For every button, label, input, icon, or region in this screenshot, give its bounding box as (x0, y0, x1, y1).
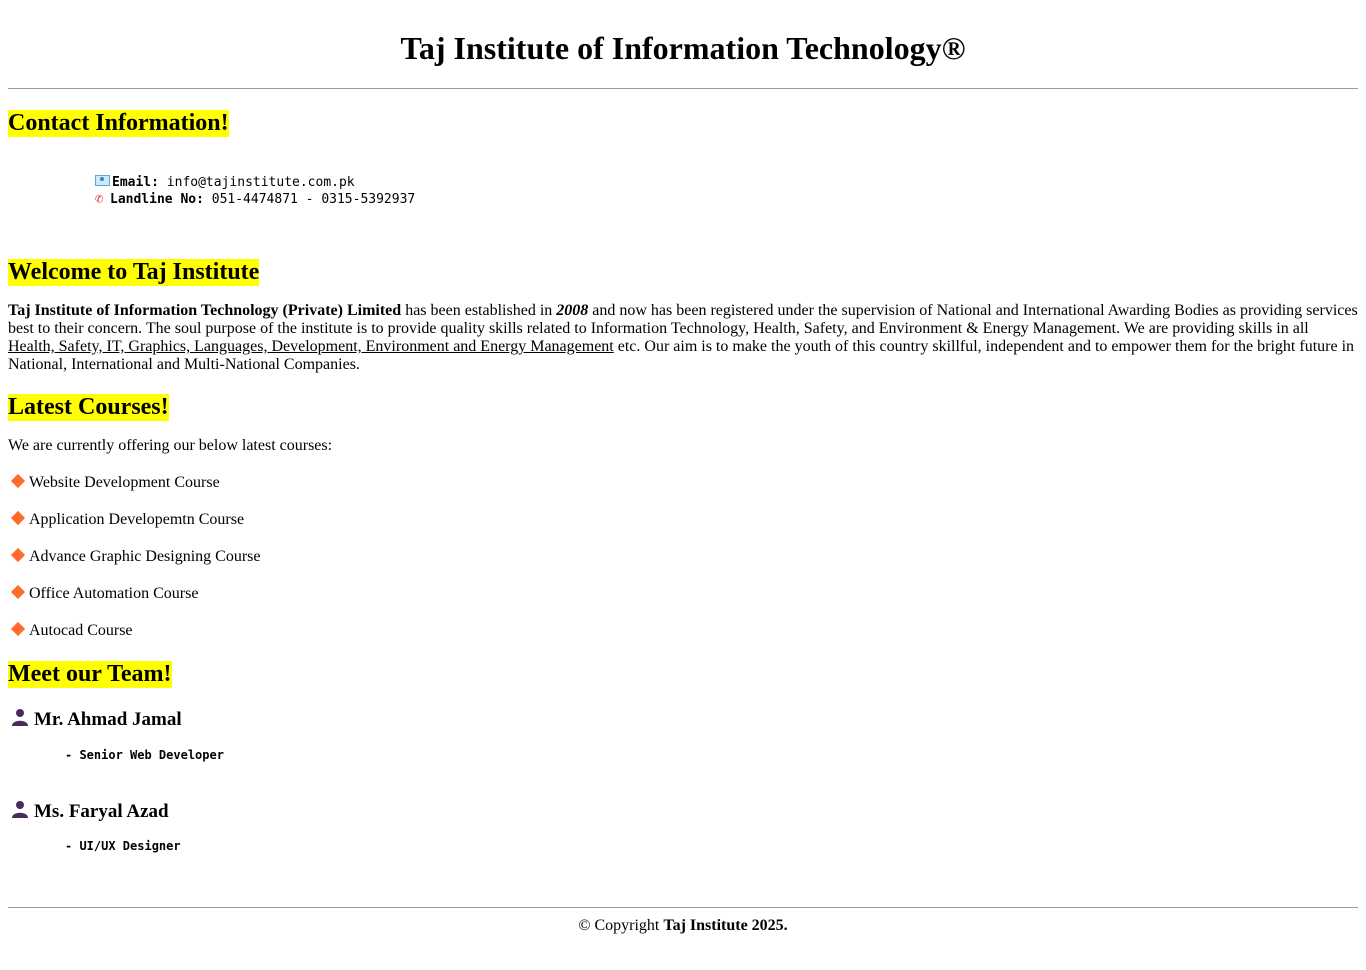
diamond-bullet-icon (10, 584, 26, 600)
course-list: Website Development Course Application D… (8, 473, 1358, 640)
member-role: - UI/UX Designer (65, 839, 181, 853)
course-name: Application Developemtn Course (29, 511, 245, 528)
diamond-bullet-icon (10, 547, 26, 563)
phone-line: ✆ Landline No: 051-4474871 - 0315-5392937 (95, 191, 1358, 208)
list-item: Office Automation Course (8, 584, 1358, 603)
established-year: 2008 (556, 302, 589, 319)
person-icon (12, 801, 28, 818)
member-role: - Senior Web Developer (65, 748, 224, 762)
diamond-bullet-icon (10, 510, 26, 526)
footer-divider (8, 907, 1358, 908)
email-label: Email: (112, 175, 159, 190)
phone-label: Landline No: (110, 192, 204, 207)
welcome-heading: Welcome to Taj Institute (8, 259, 260, 286)
footer: © Copyright Taj Institute 2025. (8, 917, 1358, 935)
course-name: Website Development Course (29, 474, 220, 491)
list-item: Application Developemtn Course (8, 510, 1358, 529)
person-icon (12, 709, 28, 726)
page-title: Taj Institute of Information Technology® (400, 30, 966, 66)
courses-intro: We are currently offering our below late… (8, 437, 333, 454)
member-name: Ms. Faryal Azad (34, 801, 169, 822)
contact-heading: Contact Information! (8, 110, 229, 137)
course-name: Office Automation Course (29, 585, 199, 602)
team-member: Mr. Ahmad Jamal - Senior Web Developer (8, 708, 1358, 763)
member-name: Mr. Ahmad Jamal (34, 709, 182, 730)
contact-block: Email: info@tajinstitute.com.pk ✆ Landlin… (8, 174, 1358, 208)
phone-icon: ✆ (95, 191, 104, 207)
skills-link[interactable]: Health, Safety, IT, Graphics, Languages,… (8, 338, 614, 355)
email-icon (95, 175, 110, 186)
team-member: Ms. Faryal Azad - UI/UX Designer (8, 800, 1358, 854)
copyright-brand: Taj Institute 2025. (663, 917, 788, 934)
company-name: Taj Institute of Information Technology … (8, 302, 402, 319)
email-line: Email: info@tajinstitute.com.pk (95, 174, 1358, 191)
list-item: Advance Graphic Designing Course (8, 547, 1358, 566)
course-name: Autocad Course (29, 622, 133, 639)
list-item: Website Development Course (8, 473, 1358, 492)
team-heading: Meet our Team! (8, 661, 172, 688)
copyright-prefix: © Copyright (578, 917, 664, 934)
phone-value: 051-4474871 - 0315-5392937 (211, 192, 416, 207)
course-name: Advance Graphic Designing Course (29, 548, 261, 565)
courses-heading: Latest Courses! (8, 394, 169, 421)
diamond-bullet-icon (10, 621, 26, 637)
diamond-bullet-icon (10, 473, 26, 489)
list-item: Autocad Course (8, 621, 1358, 640)
welcome-paragraph: Taj Institute of Information Technology … (8, 302, 1358, 374)
welcome-text-1: has been established in (401, 302, 557, 319)
email-value: info@tajinstitute.com.pk (166, 175, 355, 190)
header-divider (8, 88, 1358, 89)
